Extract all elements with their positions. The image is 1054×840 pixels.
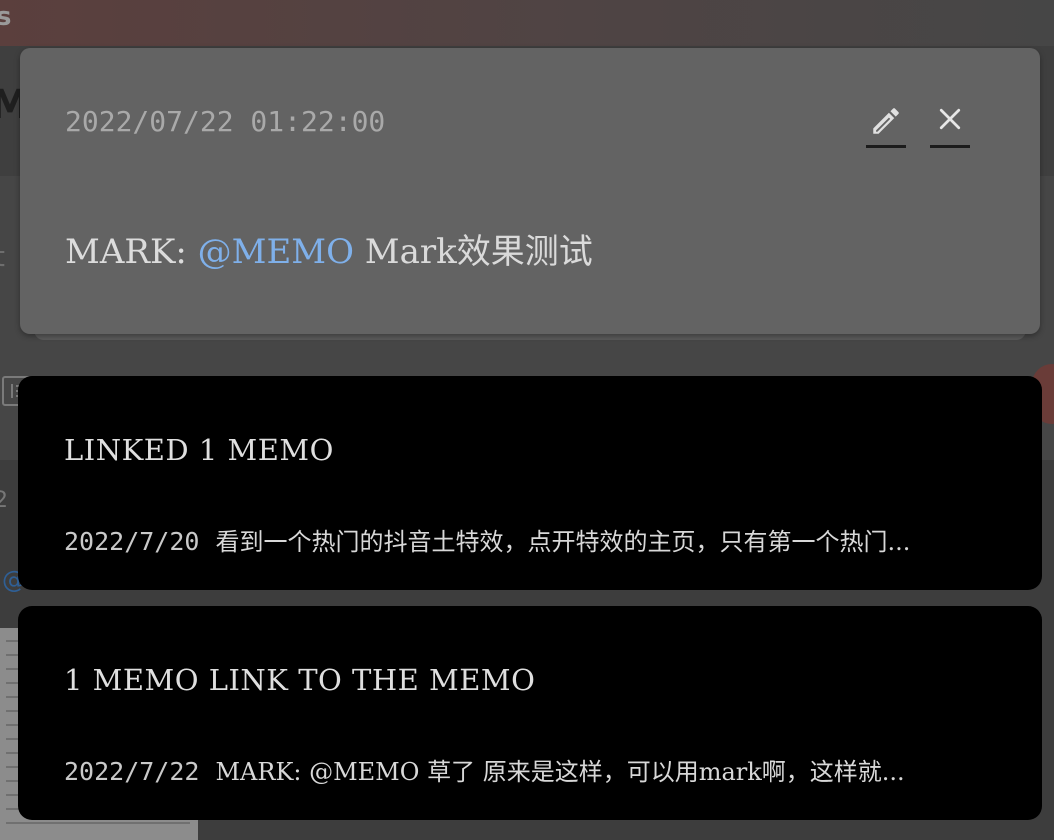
memo-mark-prefix: MARK:: [65, 232, 198, 272]
backlink-snippet: MARK: @MEMO 草了 原来是这样，可以用mark啊，这样就...: [215, 758, 905, 786]
background-topbar: s: [0, 0, 1054, 46]
linked-memos-title: LINKED 1 MEMO: [64, 433, 334, 467]
app-screen: s M t 2 @ 2022/07/22 01:22:00 MARK: @MEM…: [0, 0, 1054, 840]
edit-button[interactable]: [866, 100, 906, 148]
backlink-item[interactable]: 2022/7/22 MARK: @MEMO 草了 原来是这样，可以用mark啊，这…: [64, 752, 994, 792]
background-editor-text: t: [0, 240, 5, 273]
pencil-icon: [873, 108, 899, 134]
linked-memo-date: 2022/7/20: [64, 527, 200, 556]
background-memo-date: 2: [0, 488, 8, 513]
background-topbar-text: s: [0, 2, 12, 32]
backlink-date: 2022/7/22: [64, 757, 200, 786]
memo-detail-card: 2022/07/22 01:22:00 MARK: @MEMO Mark效果测试: [20, 48, 1040, 334]
close-button[interactable]: [930, 100, 970, 148]
linked-memo-snippet: 看到一个热门的抖音土特效，点开特效的主页，只有第一个热门...: [215, 528, 911, 556]
backlinks-card: 1 MEMO LINK TO THE MEMO 2022/7/22 MARK: @…: [18, 606, 1042, 820]
memo-timestamp: 2022/07/22 01:22:00: [65, 105, 386, 138]
close-icon: [939, 108, 961, 130]
backlinks-title: 1 MEMO LINK TO THE MEMO: [64, 663, 536, 697]
memo-content: MARK: @MEMO Mark效果测试: [65, 228, 593, 276]
memo-mention-link[interactable]: @MEMO: [198, 232, 354, 272]
linked-memo-item[interactable]: 2022/7/20 看到一个热门的抖音土特效，点开特效的主页，只有第一个热门...: [64, 522, 994, 562]
linked-memos-card: LINKED 1 MEMO 2022/7/20 看到一个热门的抖音土特效，点开特效…: [18, 376, 1042, 590]
memo-content-text: Mark效果测试: [353, 232, 593, 272]
